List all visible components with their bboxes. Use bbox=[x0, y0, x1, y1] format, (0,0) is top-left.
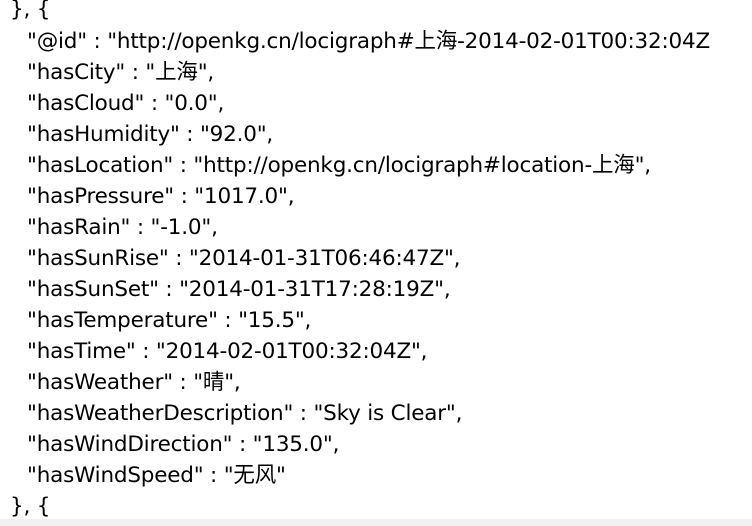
json-line-weather: "hasWeather" : "晴", bbox=[27, 370, 241, 395]
json-line-city: "hasCity" : "上海", bbox=[27, 60, 215, 85]
json-text-viewer: }, { "@id" : "http://openkg.cn/locigraph… bbox=[0, 0, 752, 526]
json-line-humidity: "hasHumidity" : "92.0", bbox=[27, 122, 274, 147]
json-line-time: "hasTime" : "2014-02-01T00:32:04Z", bbox=[27, 339, 428, 364]
bottom-strip bbox=[0, 519, 752, 526]
json-line-id: "@id" : "http://openkg.cn/locigraph#上海-2… bbox=[27, 29, 711, 54]
json-line-pressure: "hasPressure" : "1017.0", bbox=[27, 184, 295, 209]
json-line-rain: "hasRain" : "-1.0", bbox=[27, 215, 218, 240]
object-separator-line: }, { bbox=[10, 0, 51, 22]
object-separator-line: }, { bbox=[10, 494, 51, 519]
json-line-cloud: "hasCloud" : "0.0", bbox=[27, 91, 225, 116]
json-line-temperature: "hasTemperature" : "15.5", bbox=[27, 308, 312, 333]
json-line-wind-direction: "hasWindDirection" : "135.0", bbox=[27, 432, 340, 457]
json-line-sunset: "hasSunSet" : "2014-01-31T17:28:19Z", bbox=[27, 277, 451, 302]
json-line-sunrise: "hasSunRise" : "2014-01-31T06:46:47Z", bbox=[27, 246, 461, 271]
json-line-weather-description: "hasWeatherDescription" : "Sky is Clear"… bbox=[27, 401, 463, 426]
json-line-location: "hasLocation" : "http://openkg.cn/locigr… bbox=[27, 153, 651, 178]
json-line-wind-speed: "hasWindSpeed" : "无风" bbox=[27, 463, 286, 488]
